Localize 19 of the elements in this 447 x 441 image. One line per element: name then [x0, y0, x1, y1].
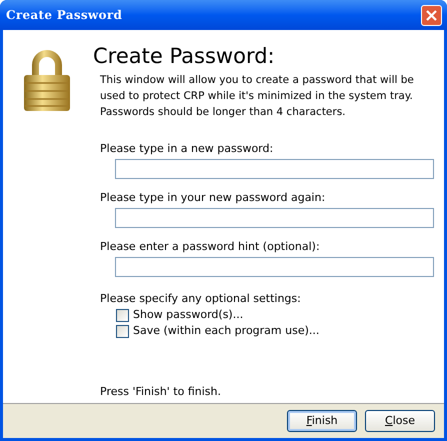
- checkbox-label: Save (within each program use)...: [133, 322, 320, 339]
- close-icon: [426, 10, 437, 20]
- close-button[interactable]: [421, 4, 442, 26]
- field-label: Please enter a password hint (optional):: [100, 240, 321, 254]
- checkbox[interactable]: [116, 308, 129, 322]
- field-label: Please type in a new password:: [100, 142, 274, 156]
- footer-note: Press 'Finish' to finish.: [99, 384, 222, 400]
- dialog-button[interactable]: Close: [365, 410, 435, 432]
- checkbox[interactable]: [116, 324, 129, 338]
- password-field[interactable]: [115, 159, 434, 179]
- dialog-button[interactable]: Finish: [287, 410, 357, 432]
- password-field[interactable]: [115, 208, 434, 228]
- description-text: This window will allow you to create a password that will be used to protect CRP while it's minimized in the system tray. Passwords should be longer than 4 characters.: [99, 73, 415, 120]
- settings-label: Please specify any optional settings:: [100, 291, 302, 307]
- password-field[interactable]: [115, 257, 434, 277]
- field-label: Please type in your new password again:: [100, 191, 326, 205]
- dialog-heading: Create Password:: [93, 43, 276, 69]
- window-title: Create Password: [6, 7, 122, 24]
- checkbox-label: Show password(s)...: [133, 306, 244, 323]
